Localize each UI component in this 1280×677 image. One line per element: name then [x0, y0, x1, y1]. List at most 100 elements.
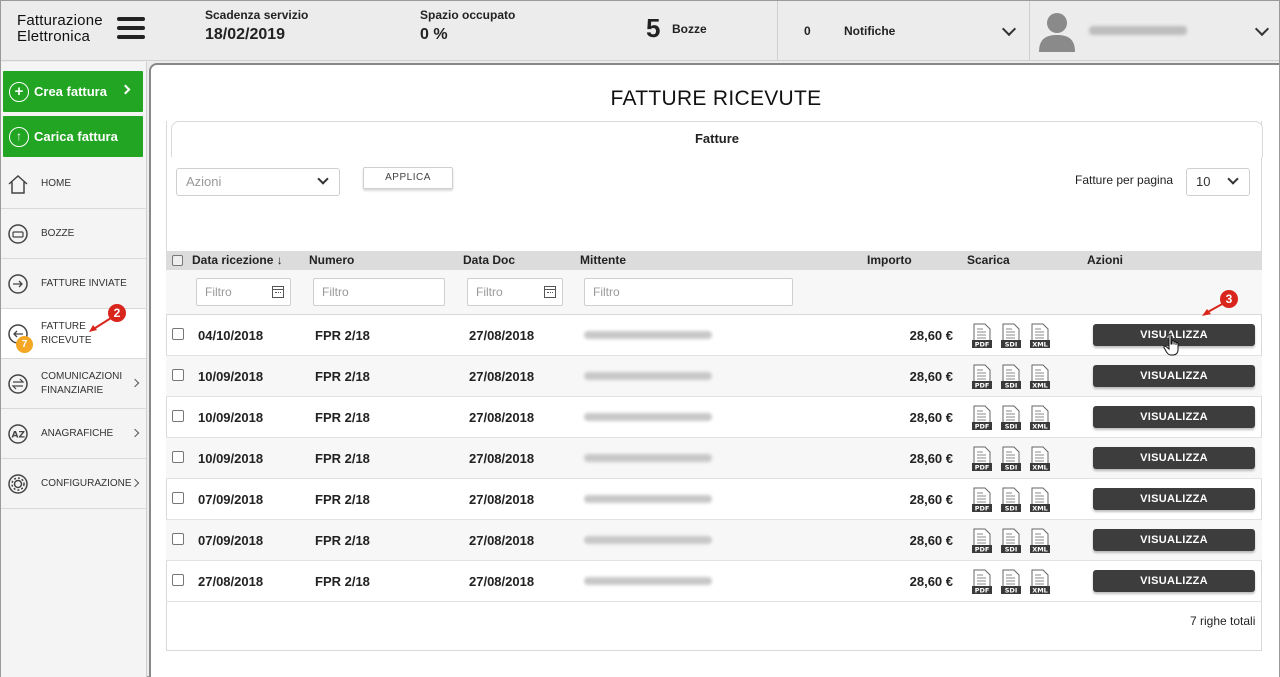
download-sdi-icon[interactable]: SDI	[1000, 405, 1022, 431]
row-checkbox[interactable]	[172, 369, 184, 381]
filter-row: Filtro Filtro Filtro Filtro	[166, 270, 1262, 315]
chevron-down-icon	[317, 173, 329, 185]
download-pdf-icon[interactable]: PDF	[971, 364, 993, 390]
notifiche-chevron-down-icon[interactable]	[1001, 21, 1017, 37]
calendar-icon[interactable]	[272, 286, 284, 298]
applica-button[interactable]: APPLICA	[363, 167, 453, 189]
azioni-select[interactable]: Azioni	[176, 168, 340, 196]
row-checkbox[interactable]	[172, 451, 184, 463]
notifiche-label[interactable]: Notifiche	[844, 24, 895, 38]
cell-importo: 28,60 €	[909, 492, 953, 507]
user-avatar-icon[interactable]	[1037, 10, 1077, 52]
row-checkbox[interactable]	[172, 574, 184, 586]
sidebar-item-fatture-inviate[interactable]: FATTURE INVIATE	[1, 259, 146, 309]
sidebar-item-bozze[interactable]: BOZZE	[1, 209, 146, 259]
col-data-doc[interactable]: Data Doc	[463, 253, 515, 267]
visualizza-button[interactable]: VISUALIZZA	[1093, 570, 1255, 592]
download-sdi-icon[interactable]: SDI	[1000, 446, 1022, 472]
chevron-right-icon	[130, 428, 140, 438]
col-data-ricezione[interactable]: Data ricezione ↓	[192, 253, 283, 267]
row-checkbox[interactable]	[172, 533, 184, 545]
svg-text:SDI: SDI	[1005, 587, 1018, 595]
cell-mittente-redacted	[584, 372, 712, 380]
scadenza-label: Scadenza servizio	[205, 8, 309, 22]
download-xml-icon[interactable]: XML	[1029, 528, 1051, 554]
hamburger-menu-icon[interactable]	[117, 17, 145, 41]
sidebar-item-home[interactable]: HOME	[1, 159, 146, 209]
annotation-arrow-icon	[89, 317, 112, 332]
download-pdf-icon[interactable]: PDF	[971, 446, 993, 472]
svg-text:PDF: PDF	[975, 382, 990, 390]
visualizza-button[interactable]: VISUALIZZA	[1093, 365, 1255, 387]
svg-text:SDI: SDI	[1005, 464, 1018, 472]
download-sdi-icon[interactable]: SDI	[1000, 364, 1022, 390]
download-xml-icon[interactable]: XML	[1029, 323, 1051, 349]
row-checkbox[interactable]	[172, 492, 184, 504]
chevron-right-icon	[130, 478, 140, 488]
carica-fattura-button[interactable]: ↑ Carica fattura	[3, 116, 143, 157]
svg-text:PDF: PDF	[975, 423, 990, 431]
cell-numero: FPR 2/18	[315, 574, 370, 589]
download-pdf-icon[interactable]: PDF	[971, 405, 993, 431]
visualizza-button[interactable]: VISUALIZZA	[1093, 406, 1255, 428]
logo-line1: Fatturazione	[17, 12, 103, 29]
visualizza-button[interactable]: VISUALIZZA	[1093, 488, 1255, 510]
row-checkbox[interactable]	[172, 328, 184, 340]
download-pdf-icon[interactable]: PDF	[971, 569, 993, 595]
sidebar-item-label: ANAGRAFICHE	[41, 427, 114, 439]
app-logo[interactable]: Fatturazione Elettronica	[17, 13, 103, 45]
visualizza-button[interactable]: VISUALIZZA	[1093, 529, 1255, 551]
download-sdi-icon[interactable]: SDI	[1000, 487, 1022, 513]
svg-text:PDF: PDF	[975, 587, 990, 595]
crea-fattura-button[interactable]: + Crea fattura	[3, 71, 143, 112]
cell-data-doc: 27/08/2018	[469, 369, 535, 384]
cell-data-ricezione: 07/09/2018	[198, 492, 264, 507]
download-xml-icon[interactable]: XML	[1029, 405, 1051, 431]
download-xml-icon[interactable]: XML	[1029, 569, 1051, 595]
svg-text:XML: XML	[1032, 341, 1048, 349]
notifiche-count[interactable]: 0	[804, 24, 811, 38]
per-page-select[interactable]: 10	[1186, 168, 1250, 196]
download-sdi-icon[interactable]: SDI	[1000, 528, 1022, 554]
gear-icon	[8, 473, 28, 494]
select-all-checkbox[interactable]	[172, 255, 183, 266]
col-mittente[interactable]: Mittente	[580, 253, 626, 267]
az-directory-icon: AZ	[8, 423, 28, 444]
sidebar-item-configurazione[interactable]: CONFIGURAZIONE	[1, 459, 146, 509]
download-xml-icon[interactable]: XML	[1029, 487, 1051, 513]
notification-badge: 7	[16, 336, 33, 353]
user-chevron-down-icon[interactable]	[1254, 21, 1270, 37]
download-pdf-icon[interactable]: PDF	[971, 487, 993, 513]
download-xml-icon[interactable]: XML	[1029, 364, 1051, 390]
page-title: FATTURE RICEVUTE	[610, 87, 822, 110]
cell-importo: 28,60 €	[909, 533, 953, 548]
filter-mittente-input[interactable]: Filtro	[584, 278, 793, 306]
filter-data-doc-input[interactable]: Filtro	[467, 278, 563, 306]
filter-data-ricezione-input[interactable]: Filtro	[196, 278, 291, 306]
download-pdf-icon[interactable]: PDF	[971, 528, 993, 554]
visualizza-button[interactable]: VISUALIZZA	[1093, 447, 1255, 469]
table-row: 04/10/2018 FPR 2/18 27/08/2018 28,60 € PDF SD…	[166, 315, 1262, 356]
cell-importo: 28,60 €	[909, 328, 953, 343]
cell-numero: FPR 2/18	[315, 410, 370, 425]
filter-numero-input[interactable]: Filtro	[313, 278, 445, 306]
sidebar-item-comunicazioni-finanziarie[interactable]: COMUNICAZIONI FINANZIARIE	[1, 359, 146, 409]
cell-importo: 28,60 €	[909, 451, 953, 466]
bozze-label[interactable]: Bozze	[672, 22, 707, 36]
tab-fatture[interactable]: Fatture	[171, 121, 1263, 157]
cell-mittente-redacted	[584, 536, 712, 544]
bozze-count[interactable]: 5	[646, 13, 660, 44]
per-page-label: Fatture per pagina	[1075, 173, 1174, 187]
col-numero[interactable]: Numero	[309, 253, 354, 267]
download-pdf-icon[interactable]: PDF	[971, 323, 993, 349]
col-importo[interactable]: Importo	[867, 253, 912, 267]
row-checkbox[interactable]	[172, 410, 184, 422]
download-xml-icon[interactable]: XML	[1029, 446, 1051, 472]
chevron-right-icon	[120, 84, 131, 95]
svg-text:XML: XML	[1032, 505, 1048, 513]
calendar-icon[interactable]	[544, 286, 556, 298]
download-sdi-icon[interactable]: SDI	[1000, 569, 1022, 595]
sidebar-item-anagrafiche[interactable]: AZ ANAGRAFICHE	[1, 409, 146, 459]
cell-numero: FPR 2/18	[315, 492, 370, 507]
download-sdi-icon[interactable]: SDI	[1000, 323, 1022, 349]
